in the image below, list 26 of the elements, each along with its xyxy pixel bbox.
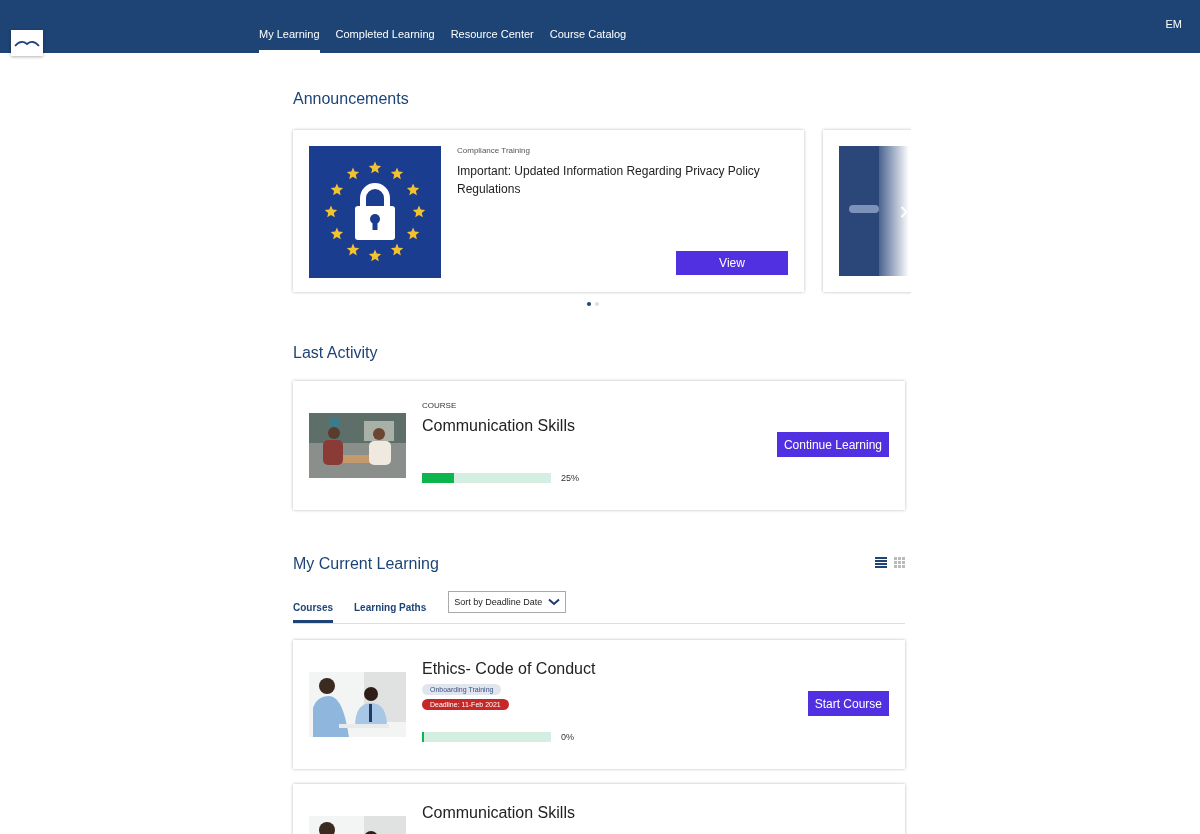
tab[interactable]: Learning Paths (354, 601, 427, 623)
nav-tab[interactable]: Resource Center (450, 28, 534, 53)
section-heading: Announcements (293, 90, 410, 108)
progress-percentage: 0% (561, 732, 574, 742)
nav-tab[interactable]: Completed Learning (335, 28, 435, 53)
start-course-button[interactable]: Start Course (807, 691, 889, 716)
announcement-category: Compliance Training (457, 146, 531, 155)
announcement-headline: Important: Updated Information Regarding Privacy Policy Regulations (457, 163, 761, 198)
course-title: Communication Skills (422, 804, 576, 822)
carousel-dot[interactable] (595, 302, 599, 306)
section-heading: My Current Learning (293, 555, 439, 573)
logo-icon[interactable] (11, 30, 43, 56)
nav-tab[interactable]: Course Catalog (549, 28, 627, 53)
continue-learning-button[interactable]: Continue Learning (776, 432, 889, 457)
list-view-icon[interactable] (875, 557, 887, 568)
section-heading: Last Activity (293, 344, 379, 362)
nav-tab[interactable]: My Learning (259, 28, 320, 53)
course-title: Ethics- Code of Conduct (422, 660, 597, 678)
view-button[interactable]: View (676, 251, 788, 275)
carousel-dot[interactable] (587, 302, 591, 306)
progress-percentage: 25% (561, 473, 579, 483)
course-type-label: COURSE (422, 401, 458, 410)
tab[interactable]: Courses (293, 601, 333, 623)
chevron-down-icon (548, 598, 561, 606)
course-title: Communication Skills (422, 417, 576, 435)
sort-dropdown[interactable]: Sort by Deadline Date (448, 591, 567, 613)
